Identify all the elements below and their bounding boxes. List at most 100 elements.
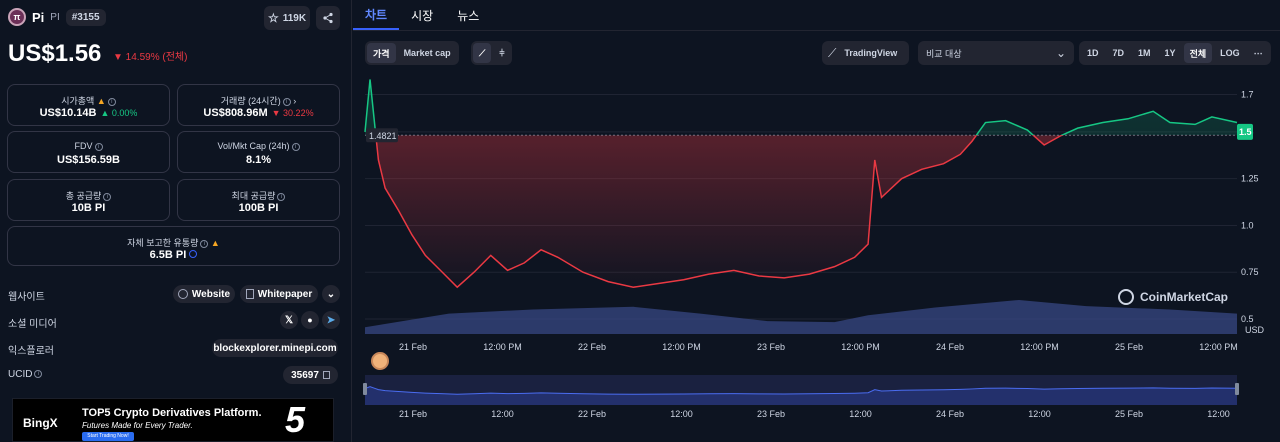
self-reported-value: 6.5B PI: [149, 249, 187, 261]
x-tick-label: 12:00 PM: [841, 342, 880, 352]
volume-value: US$808.96M: [203, 107, 268, 119]
y-tick-label: 1.25: [1241, 174, 1259, 184]
event-marker[interactable]: [371, 352, 389, 370]
x-tick-label: 22 Feb: [578, 342, 606, 352]
x-tick-label: 23 Feb: [757, 342, 785, 352]
fdv-value: US$156.59B: [57, 154, 120, 166]
github-icon: ●: [307, 315, 313, 325]
y-axis: 0.50.751.01.251.51.71.5USD: [1237, 89, 1265, 335]
warning-icon: ▲: [96, 96, 106, 106]
price-change: ▼ 14.59% (전체): [113, 52, 188, 63]
volume-change: ▼ 30.22%: [271, 108, 314, 118]
max-supply-card: 최대 공급량 i 100B PI: [177, 179, 340, 221]
ucid-copy-button[interactable]: 35697: [283, 366, 338, 384]
vol-mkt-cap-label: Vol/Mkt Cap (24h): [217, 141, 290, 151]
ucid-value: 35697: [291, 369, 319, 381]
info-icon[interactable]: i: [107, 97, 116, 106]
chart-panel: 차트 시장 뉴스 가격 Market cap ⟋ ⫩ ⟋ TradingView…: [353, 0, 1280, 442]
document-icon: [245, 289, 254, 299]
navigator-tick-label: 24 Feb: [936, 409, 964, 419]
total-supply-card: 총 공급량 i 10B PI: [7, 179, 170, 221]
navigator-tick-label: 21 Feb: [399, 409, 427, 419]
chevron-right-icon: ›: [293, 96, 297, 106]
more-links-button[interactable]: ⌄: [322, 285, 340, 303]
navigator-tick-label: 25 Feb: [1115, 409, 1143, 419]
info-icon[interactable]: i: [291, 142, 300, 151]
coin-name: Pi: [32, 9, 45, 25]
market-cap-card: 시가총액 ▲ i US$10.14B ▲ 0.00%: [7, 84, 170, 126]
github-social-button[interactable]: ●: [301, 311, 319, 329]
y-tick-label: 0.75: [1241, 267, 1259, 277]
navigator-tick-label: 12:00: [849, 409, 872, 419]
fdv-card: FDV i US$156.59B: [7, 131, 170, 173]
share-button[interactable]: [316, 6, 340, 30]
total-supply-label: 총 공급량: [65, 191, 102, 201]
below-area: [365, 135, 1237, 288]
price-series: 1.4821: [364, 79, 1238, 289]
navigator-tick-label: 23 Feb: [757, 409, 785, 419]
ad-button[interactable]: Start Trading Now!: [82, 432, 134, 441]
watchlist-button[interactable]: ☆ 119K: [264, 6, 310, 30]
telegram-social-button[interactable]: ➤: [322, 311, 340, 329]
progress-circle-icon: [189, 250, 198, 258]
navigator-tick-label: 12:00: [1207, 409, 1230, 419]
info-icon[interactable]: i: [34, 370, 43, 379]
ad-logo: BingX: [23, 416, 58, 430]
explorer-link[interactable]: blockexplorer.minepi.com: [212, 339, 338, 357]
globe-icon: [177, 289, 188, 299]
coin-symbol: PI: [50, 11, 60, 23]
vol-mkt-cap-card: Vol/Mkt Cap (24h) i 8.1%: [177, 131, 340, 173]
whitepaper-button-label: Whitepaper: [257, 288, 313, 300]
x-social-button[interactable]: 𝕏: [280, 311, 298, 329]
chevron-down-icon: ⌄: [326, 288, 336, 300]
x-axis: 21 Feb 12:00 PM 22 Feb 12:00 PM 23 Feb 12:00 …: [399, 342, 1238, 352]
navigator-tick-label: 12:00: [1028, 409, 1051, 419]
navigator-handle-left: [363, 383, 367, 395]
volume-card[interactable]: 거래량 (24시간) i › US$808.96M ▼ 30.22%: [177, 84, 340, 126]
price-chart[interactable]: 1.4821 0.50.751.01.251.51.71.5USD 21 Feb…: [353, 0, 1280, 442]
below-reference-series: [365, 135, 1237, 289]
x-tick-label: 12:00 PM: [1020, 342, 1059, 352]
coin-logo: π: [8, 8, 26, 26]
info-icon[interactable]: i: [282, 97, 291, 106]
ad-badge: 5: [285, 399, 306, 440]
x-tick-label: 12:00 PM: [483, 342, 522, 352]
info-icon[interactable]: i: [277, 192, 286, 201]
whitepaper-button[interactable]: Whitepaper: [240, 285, 318, 303]
ucid-label: UCID: [8, 369, 33, 380]
max-supply-value: 100B PI: [238, 202, 279, 214]
info-icon[interactable]: i: [94, 142, 103, 151]
coin-info-panel: π Pi PI #3155 ☆ 119K US$1.56 ▼ 14.59% (전…: [0, 0, 352, 442]
info-icon[interactable]: i: [103, 192, 112, 201]
max-supply-label: 최대 공급량: [231, 191, 276, 201]
x-tick-label: 21 Feb: [399, 342, 427, 352]
y-tick-label: 0.5: [1241, 314, 1254, 324]
coinmarketcap-logo-icon: [1118, 289, 1134, 305]
telegram-icon: ➤: [326, 314, 336, 326]
ad-banner[interactable]: BingX TOP5 Crypto Derivatives Platform. …: [12, 398, 334, 442]
ucid-label-row: UCID i: [8, 369, 43, 380]
y-tick-label: 1.0: [1241, 220, 1254, 230]
x-tick-label: 24 Feb: [936, 342, 964, 352]
rank-badge: #3155: [65, 8, 106, 26]
range-navigator[interactable]: 21 Feb 12:00 22 Feb 12:00 23 Feb 12:00 24 Feb 1…: [363, 375, 1239, 419]
ad-subtitle: Futures Made for Every Trader.: [82, 421, 193, 430]
vol-mkt-cap-value: 8.1%: [245, 154, 272, 166]
total-supply-value: 10B PI: [71, 202, 106, 214]
navigator-handle-right: [1235, 383, 1239, 395]
watermark-text: CoinMarketCap: [1140, 290, 1229, 304]
watchlist-count: 119K: [282, 12, 307, 24]
navigator-tick-label: 22 Feb: [578, 409, 606, 419]
x-tick-label: 25 Feb: [1115, 342, 1143, 352]
watermark: CoinMarketCap: [1118, 289, 1228, 305]
website-button[interactable]: Website: [173, 285, 235, 303]
star-icon: ☆: [267, 11, 279, 25]
info-icon[interactable]: i: [200, 239, 209, 248]
volume-label: 거래량 (24시간): [220, 96, 281, 106]
volume-area: [365, 300, 1237, 334]
navigator-tick-label: 12:00: [491, 409, 514, 419]
market-cap-change: ▲ 0.00%: [100, 108, 138, 118]
currency-label: USD: [1245, 325, 1265, 335]
price-value: US$1.56: [8, 40, 102, 67]
website-label: 웹사이트: [8, 292, 45, 303]
